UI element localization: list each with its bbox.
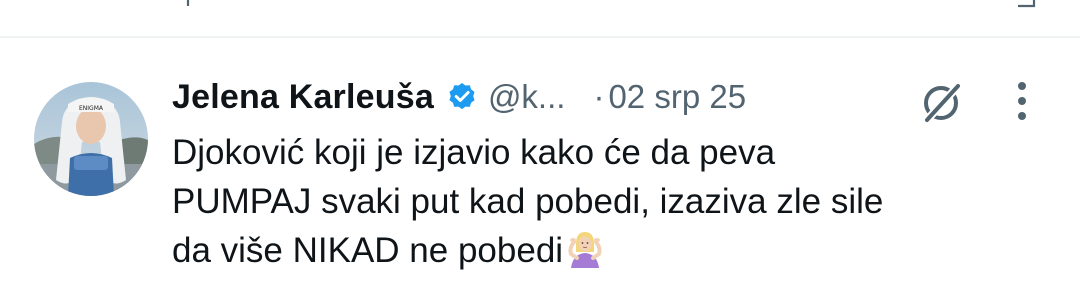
verified-badge-icon [449,83,475,110]
grok-icon[interactable] [918,78,966,126]
tweet[interactable]: ENIGMA Jelena Karleuša @k... · 02 srp 25 [0,38,1080,290]
author-name[interactable]: Jelena Karleuša [172,78,434,117]
timeline: ENIGMA Jelena Karleuša @k... · 02 srp 25 [0,0,1080,290]
person-shrugging-emoji [568,232,602,268]
action-icon[interactable] [1014,0,1038,10]
avatar-cap-text: ENIGMA [79,105,104,112]
tweet-text-line: Djoković koji je izjavio kako će da peva [172,133,776,172]
tweet-text-line: PUMPAJ svaki put kad pobedi, izaziva zle… [172,182,884,221]
avatar[interactable]: ENIGMA [34,82,148,196]
tweet-text: Djoković koji je izjavio kako će da peva… [172,128,1062,275]
more-vertical-icon[interactable] [1008,78,1036,126]
tweet-date[interactable]: 02 srp 25 [608,78,746,116]
tweet-header: Jelena Karleuša @k... · 02 srp 25 [172,76,746,118]
tweet-text-line: da više NIKAD ne pobedi [172,231,564,270]
separator-dot: · [593,78,605,115]
previous-tweet-actions [0,0,1080,36]
action-icon[interactable] [168,0,192,10]
author-handle[interactable]: @k... [488,78,566,116]
tweet-text-line-last: da više NIKAD ne pobedi [172,226,1062,275]
avatar-image: ENIGMA [34,82,148,196]
